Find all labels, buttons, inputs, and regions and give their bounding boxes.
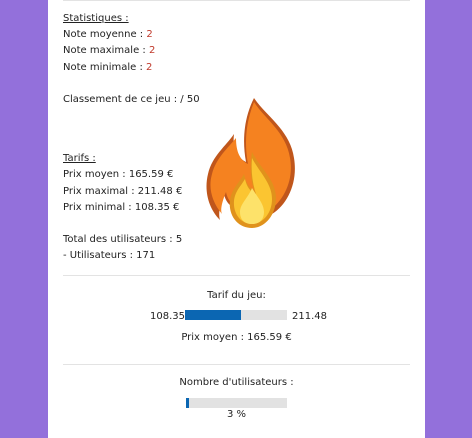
- price-average: Prix moyen : 165.59 €: [63, 169, 174, 180]
- max-rating-value: 2: [148, 45, 156, 56]
- min-rating: Note minimale : 2: [63, 62, 152, 73]
- average-rating-value: 2: [146, 29, 153, 40]
- min-rating-label: Note minimale :: [63, 62, 147, 73]
- users-gauge-title: Nombre d'utilisateurs :: [179, 377, 294, 388]
- total-users: Total des utilisateurs : 5: [63, 234, 183, 245]
- game-stats-panel: Statistiques : Note moyenne : 2 Note max…: [48, 0, 425, 438]
- users-gauge-bar: [186, 398, 287, 408]
- users-gauge-percent: 3 %: [226, 409, 247, 420]
- divider: [63, 0, 410, 1]
- users-count: - Utilisateurs : 171: [63, 250, 156, 261]
- min-rating-value: 2: [146, 62, 153, 73]
- price-gauge-min-label: 108.35: [150, 311, 185, 322]
- fire-icon: [206, 98, 295, 228]
- ranking-text: Classement de ce jeu : / 50: [63, 94, 200, 105]
- divider: [63, 364, 410, 365]
- divider: [63, 275, 410, 276]
- max-rating-label: Note maximale :: [63, 45, 149, 56]
- users-gauge-fill: [186, 398, 190, 408]
- max-rating: Note maximale : 2: [63, 45, 155, 56]
- price-gauge-average: Prix moyen : 165.59 €: [181, 332, 292, 343]
- price-gauge-title: Tarif du jeu:: [207, 290, 266, 301]
- tarifs-heading: Tarifs :: [63, 153, 96, 164]
- price-max: Prix maximal : 211.48 €: [63, 186, 183, 197]
- stats-heading: Statistiques :: [63, 13, 129, 24]
- price-min: Prix minimal : 108.35 €: [63, 202, 180, 213]
- price-gauge-max-label: 211.48: [292, 311, 327, 322]
- price-gauge-fill: [185, 310, 242, 320]
- average-rating-label: Note moyenne :: [63, 29, 147, 40]
- price-gauge-bar: [185, 310, 287, 320]
- average-rating: Note moyenne : 2: [63, 29, 153, 40]
